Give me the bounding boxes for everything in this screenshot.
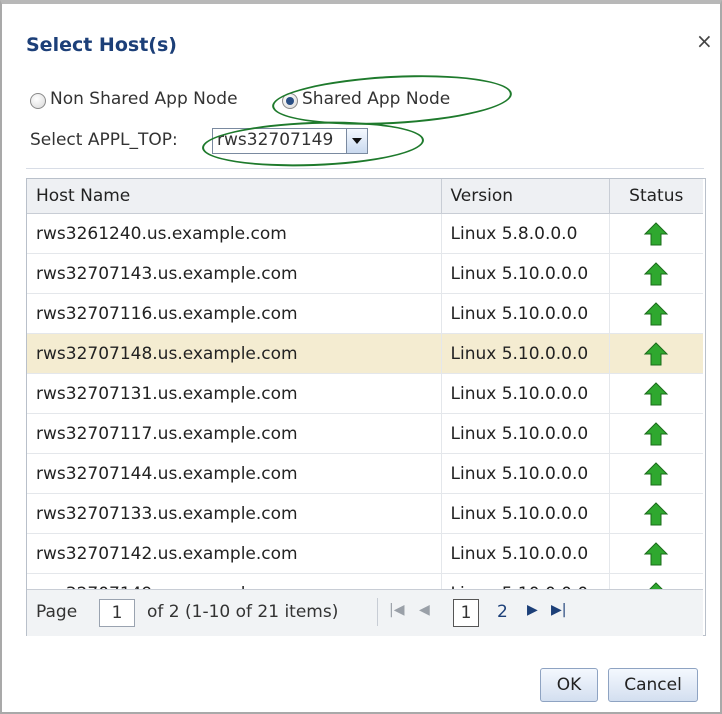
cancel-button[interactable]: Cancel	[608, 668, 698, 702]
host-name-cell: rws32707142.us.example.com	[27, 533, 442, 574]
select-hosts-dialog: Select Host(s) × Non Shared App Node Sha…	[0, 0, 722, 714]
chevron-down-icon[interactable]	[346, 129, 367, 153]
green-up-arrow-icon	[644, 341, 669, 365]
status-cell	[609, 533, 703, 574]
host-name-cell: rws32707133.us.example.com	[27, 493, 442, 534]
non-shared-app-node-label: Non Shared App Node	[50, 89, 238, 109]
status-cell	[609, 453, 703, 494]
node-type-radio-group: Non Shared App Node Shared App Node	[30, 86, 590, 118]
appl-top-select[interactable]: rws32707149	[212, 128, 368, 154]
column-header-host-name[interactable]: Host Name	[27, 179, 442, 214]
page-count-text: of 2 (1-10 of 21 items)	[147, 602, 339, 622]
column-header-version[interactable]: Version	[441, 179, 610, 214]
previous-page-icon[interactable]: ◀	[419, 602, 430, 618]
host-name-cell: rws32707143.us.example.com	[27, 253, 442, 294]
host-name-cell: rws32707116.us.example.com	[27, 293, 442, 334]
green-up-arrow-icon	[644, 501, 669, 525]
table-row[interactable]: rws32707117.us.example.com Linux 5.10.0.…	[27, 413, 703, 454]
table-row[interactable]: rws32707144.us.example.com Linux 5.10.0.…	[27, 453, 703, 494]
page-1-link[interactable]: 1	[453, 599, 479, 627]
status-cell	[609, 373, 703, 414]
green-up-arrow-icon	[644, 221, 669, 245]
table-row[interactable]: rws32707131.us.example.com Linux 5.10.0.…	[27, 373, 703, 414]
table-row[interactable]: rws32707142.us.example.com Linux 5.10.0.…	[27, 533, 703, 574]
close-icon[interactable]: ×	[696, 31, 713, 51]
page-label: Page	[36, 602, 78, 622]
green-up-arrow-icon	[644, 541, 669, 565]
version-cell: Linux 5.10.0.0.0	[441, 453, 610, 494]
host-name-cell: rws32707131.us.example.com	[27, 373, 442, 414]
status-cell	[609, 333, 703, 374]
table-row[interactable]: rws32707143.us.example.com Linux 5.10.0.…	[27, 253, 703, 294]
status-cell	[609, 413, 703, 454]
pagination-bar: Page 1 of 2 (1-10 of 21 items) |◀ ◀ 1 2 …	[27, 589, 703, 636]
host-name-cell: rws3261240.us.example.com	[27, 213, 442, 254]
next-page-icon[interactable]: ▶	[527, 602, 538, 618]
column-header-status[interactable]: Status	[609, 179, 703, 214]
version-cell: Linux 5.10.0.0.0	[441, 373, 610, 414]
version-cell: Linux 5.8.0.0.0	[441, 213, 610, 254]
table-row[interactable]: rws32707133.us.example.com Linux 5.10.0.…	[27, 493, 703, 534]
status-cell	[609, 253, 703, 294]
green-up-arrow-icon	[644, 301, 669, 325]
version-cell: Linux 5.10.0.0.0	[441, 493, 610, 534]
version-cell: Linux 5.10.0.0.0	[441, 533, 610, 574]
status-cell	[609, 493, 703, 534]
version-cell: Linux 5.10.0.0.0	[441, 333, 610, 374]
host-name-cell: rws32707144.us.example.com	[27, 453, 442, 494]
appl-top-label: Select APPL_TOP:	[30, 130, 178, 150]
host-name-cell: rws32707148.us.example.com	[27, 333, 442, 374]
shared-app-node-label: Shared App Node	[302, 89, 451, 109]
divider	[26, 168, 704, 169]
table-header-row: Host Name Version Status	[27, 179, 703, 214]
page-2-link[interactable]: 2	[497, 602, 508, 622]
green-up-arrow-icon	[644, 261, 669, 285]
table-row[interactable]: rws32707116.us.example.com Linux 5.10.0.…	[27, 293, 703, 334]
version-cell: Linux 5.10.0.0.0	[441, 413, 610, 454]
hosts-table: Host Name Version Status rws3261240.us.e…	[26, 178, 706, 636]
green-up-arrow-icon	[644, 421, 669, 445]
first-page-icon[interactable]: |◀	[389, 602, 404, 618]
non-shared-app-node-radio[interactable]	[30, 93, 46, 109]
shared-app-node-radio[interactable]	[282, 93, 298, 109]
page-number-input[interactable]: 1	[99, 599, 135, 627]
table-row-selected[interactable]: rws32707148.us.example.com Linux 5.10.0.…	[27, 333, 703, 374]
appl-top-row: Select APPL_TOP: rws32707149	[30, 126, 430, 156]
version-cell: Linux 5.10.0.0.0	[441, 253, 610, 294]
version-cell: Linux 5.10.0.0.0	[441, 293, 610, 334]
dialog-title: Select Host(s)	[26, 34, 177, 56]
last-page-icon[interactable]: ▶|	[551, 602, 566, 618]
green-up-arrow-icon	[644, 381, 669, 405]
table-row[interactable]: rws3261240.us.example.com Linux 5.8.0.0.…	[27, 213, 703, 254]
status-cell	[609, 293, 703, 334]
green-up-arrow-icon	[644, 461, 669, 485]
appl-top-value: rws32707149	[217, 130, 334, 150]
pager-divider	[377, 598, 378, 626]
host-name-cell: rws32707117.us.example.com	[27, 413, 442, 454]
status-cell	[609, 213, 703, 254]
ok-button[interactable]: OK	[540, 668, 598, 702]
